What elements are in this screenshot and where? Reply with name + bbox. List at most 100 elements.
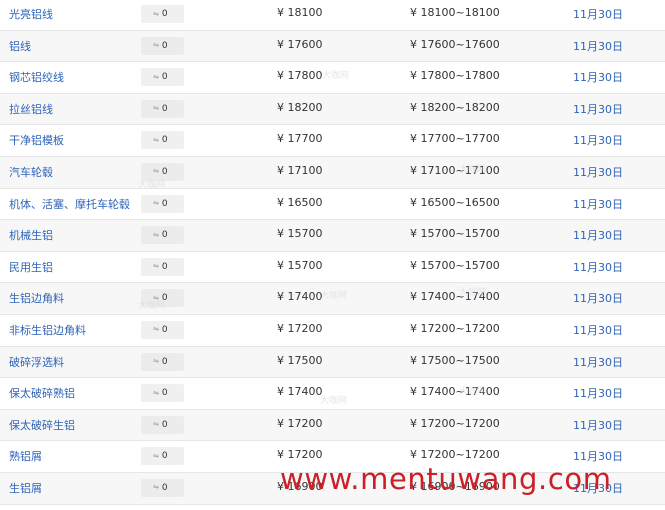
product-name-link[interactable]: 干净铝模板	[9, 132, 64, 148]
range-high: 18200	[464, 100, 500, 114]
change-badge: ⇋ 0	[141, 478, 184, 497]
trend-icon: ⇋	[153, 420, 159, 429]
product-name-link[interactable]: 民用生铝	[9, 259, 53, 275]
price-value: 17600	[287, 37, 323, 51]
price-value: 18100	[287, 6, 323, 19]
change-value: 0	[161, 482, 168, 493]
date-cell: 11月30日	[573, 102, 623, 116]
range-high: 17100	[464, 163, 500, 177]
currency-symbol: ¥	[410, 163, 417, 177]
currency-symbol: ¥	[277, 479, 284, 493]
date-cell: 11月30日	[573, 71, 623, 85]
table-row: 生铝边角料 ⇋ 0 ¥ 17400 ¥ 17400~17400 11月30日	[0, 283, 665, 315]
product-name-link[interactable]: 铝线	[9, 38, 31, 54]
price-range-cell: ¥ 17500~17500	[410, 354, 500, 367]
currency-symbol: ¥	[277, 227, 284, 241]
trend-icon: ⇋	[153, 451, 159, 460]
product-name-link[interactable]: 熟铝屑	[9, 448, 42, 464]
range-low: 17600	[420, 37, 456, 51]
range-high: 15700	[464, 227, 500, 241]
price-range-cell: ¥ 16900~16900	[410, 480, 500, 493]
change-badge: ⇋ 0	[141, 320, 184, 339]
price-cell: ¥ 17600	[277, 38, 323, 51]
product-name-link[interactable]: 光亮铝线	[9, 6, 53, 22]
price-table: 光亮铝线 ⇋ 0 ¥ 18100 ¥ 18100~18100 11月30日 铝线 ⇋ 0 ¥ 17…	[0, 0, 665, 505]
price-cell: ¥ 16500	[277, 196, 323, 209]
currency-symbol: ¥	[410, 448, 417, 462]
range-high: 17600	[464, 37, 500, 51]
price-value: 17400	[287, 385, 323, 399]
trend-icon: ⇋	[153, 167, 159, 176]
product-name-link[interactable]: 拉丝铝线	[9, 101, 53, 117]
price-range-cell: ¥ 17100~17100	[410, 164, 500, 177]
change-value: 0	[161, 103, 168, 114]
range-low: 17200	[420, 448, 456, 462]
price-cell: ¥ 17100	[277, 164, 323, 177]
price-range-cell: ¥ 17800~17800	[410, 69, 500, 82]
currency-symbol: ¥	[277, 385, 284, 399]
range-separator: ~	[455, 37, 465, 51]
product-name-link[interactable]: 生铝边角料	[9, 290, 64, 306]
range-low: 16900	[420, 479, 456, 493]
price-value: 17800	[287, 69, 323, 83]
change-badge: ⇋ 0	[141, 447, 184, 466]
price-value: 16500	[287, 195, 323, 209]
price-value: 15700	[287, 258, 323, 272]
product-name-link[interactable]: 非标生铝边角料	[9, 322, 86, 338]
change-value: 0	[161, 9, 168, 19]
price-cell: ¥ 17500	[277, 354, 323, 367]
table-row: 保太破碎生铝 ⇋ 0 ¥ 17200 ¥ 17200~17200 11月30日	[0, 409, 665, 442]
currency-symbol: ¥	[277, 258, 284, 272]
currency-symbol: ¥	[410, 227, 417, 241]
date-cell: 11月30日	[573, 418, 623, 432]
range-low: 16500	[420, 195, 456, 209]
range-low: 17200	[420, 416, 456, 430]
trend-icon: ⇋	[153, 72, 159, 81]
range-separator: ~	[455, 385, 465, 399]
change-value: 0	[161, 198, 168, 209]
product-name-link[interactable]: 保太破碎生铝	[9, 417, 75, 433]
range-low: 18200	[420, 100, 456, 114]
date-cell: 11月30日	[573, 450, 623, 464]
table-row: 破碎浮选料 ⇋ 0 ¥ 17500 ¥ 17500~17500 11月30日	[0, 346, 665, 379]
product-name-link[interactable]: 破碎浮选料	[9, 354, 64, 370]
currency-symbol: ¥	[277, 448, 284, 462]
change-badge: ⇋ 0	[141, 131, 184, 150]
currency-symbol: ¥	[410, 416, 417, 430]
date-cell: 11月30日	[573, 260, 623, 274]
product-name-link[interactable]: 钢芯铝绞线	[9, 69, 64, 85]
product-name-link[interactable]: 机械生铝	[9, 227, 53, 243]
currency-symbol: ¥	[410, 69, 417, 83]
trend-icon: ⇋	[153, 293, 159, 302]
product-name-link[interactable]: 机体、活塞、摩托车轮毂	[9, 196, 130, 212]
change-value: 0	[161, 230, 168, 241]
change-badge: ⇋ 0	[141, 194, 184, 213]
trend-icon: ⇋	[153, 135, 159, 144]
price-range-cell: ¥ 17600~17600	[410, 38, 500, 51]
product-name-link[interactable]: 生铝屑	[9, 480, 42, 496]
date-cell: 11月30日	[573, 39, 623, 53]
currency-symbol: ¥	[410, 385, 417, 399]
price-range-cell: ¥ 15700~15700	[410, 259, 500, 272]
currency-symbol: ¥	[410, 100, 417, 114]
range-low: 17800	[420, 69, 456, 83]
range-low: 17400	[420, 385, 456, 399]
price-range-cell: ¥ 15700~15700	[410, 227, 500, 240]
range-low: 17500	[420, 353, 456, 367]
product-name-link[interactable]: 保太破碎熟铝	[9, 385, 75, 401]
trend-icon: ⇋	[153, 325, 159, 334]
table-row: 熟铝屑 ⇋ 0 ¥ 17200 ¥ 17200~17200 11月30日	[0, 441, 665, 473]
date-cell: 11月30日	[573, 197, 623, 211]
date-cell: 11月30日	[573, 134, 623, 148]
price-value: 15700	[287, 227, 323, 241]
range-low: 17400	[420, 290, 456, 304]
product-name-link[interactable]: 汽车轮毂	[9, 164, 53, 180]
change-value: 0	[161, 166, 168, 177]
change-badge: ⇋ 0	[141, 257, 184, 276]
change-value: 0	[161, 293, 168, 304]
price-value: 16900	[287, 479, 323, 493]
price-range-cell: ¥ 17200~17200	[410, 448, 500, 461]
table-row: 生铝屑 ⇋ 0 ¥ 16900 ¥ 16900~16900 11月30日	[0, 472, 665, 505]
price-cell: ¥ 18200	[277, 101, 323, 114]
range-high: 17800	[464, 69, 500, 83]
